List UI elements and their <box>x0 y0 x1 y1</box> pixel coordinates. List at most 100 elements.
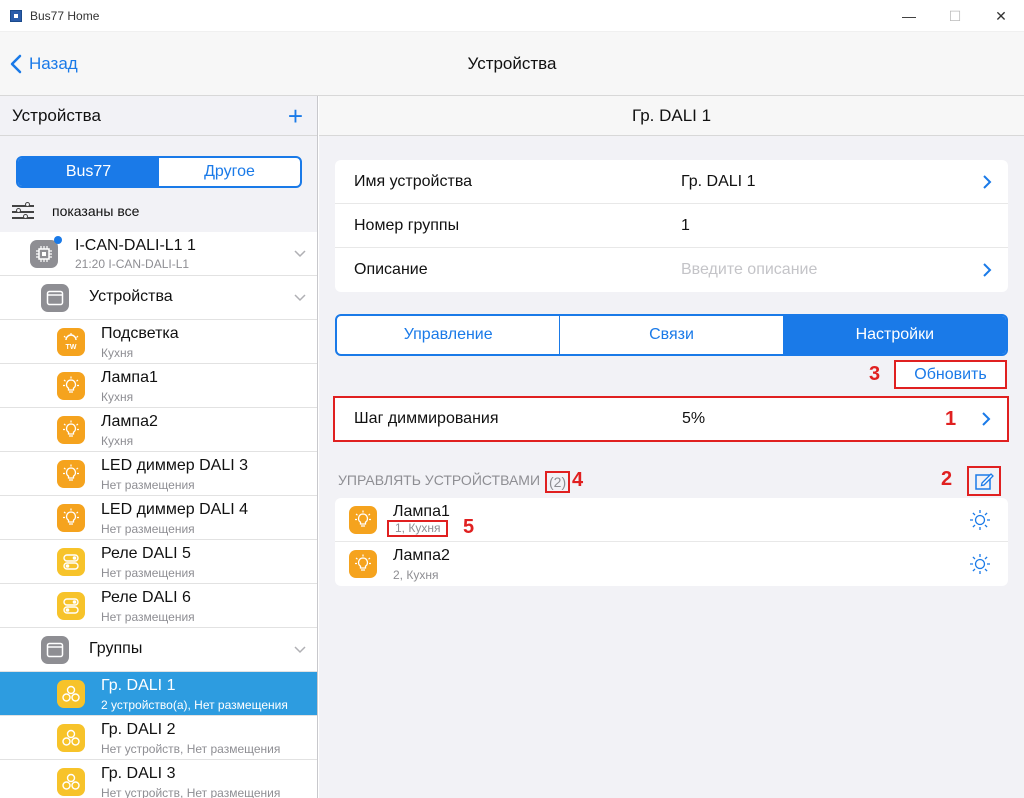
bulb-icon <box>349 550 377 578</box>
group-name: Гр. DALI 3 <box>101 765 176 782</box>
tab-settings[interactable]: Настройки <box>783 316 1006 354</box>
brightness-button[interactable] <box>962 502 998 538</box>
folder-icon <box>41 636 69 664</box>
device-row[interactable]: Лампа2 Кухня <box>0 408 317 452</box>
sun-icon <box>970 554 990 574</box>
segment-bus77[interactable]: Bus77 <box>18 158 159 186</box>
sidebar-title: Устройства <box>12 105 101 125</box>
close-button[interactable]: ✕ <box>978 0 1024 32</box>
group-name: Гр. DALI 2 <box>101 721 176 738</box>
device-name: Реле DALI 6 <box>101 589 191 606</box>
nav-title: Устройства <box>467 54 557 73</box>
description-row[interactable]: Описание Введите описание <box>335 248 1008 292</box>
device-name: Лампа1 <box>101 369 158 386</box>
chevron-left-icon <box>10 54 22 74</box>
chevron-right-icon <box>982 412 991 426</box>
group-subtitle: Нет устройств, Нет размещения <box>101 742 281 756</box>
device-location: Нет размещения <box>101 610 195 624</box>
device-name: Лампа1 <box>393 503 450 520</box>
folder-icon <box>41 284 69 312</box>
dim-step-row[interactable]: Шаг диммирования 5% 1 <box>333 396 1009 442</box>
annotation-marker: 4 <box>572 469 584 491</box>
window-controls: — ☐ ✕ <box>886 0 1024 32</box>
chevron-down-icon[interactable] <box>294 291 306 303</box>
section-title: УПРАВЛЯТЬ УСТРОЙСТВАМИ <box>338 472 541 488</box>
annotation-marker: 5 <box>463 516 475 538</box>
group-subtitle: Нет устройств, Нет размещения <box>101 786 281 798</box>
device-row[interactable]: TW Подсветка Кухня <box>0 320 317 364</box>
add-device-button[interactable]: + <box>288 103 303 129</box>
bulb-icon <box>57 504 85 532</box>
prop-label: Имя устройства <box>354 173 473 190</box>
chevron-down-icon[interactable] <box>294 247 306 259</box>
tab-links[interactable]: Связи <box>560 316 784 354</box>
detail-title: Гр. DALI 1 <box>319 96 1024 136</box>
minimize-button[interactable]: — <box>886 0 932 32</box>
annotation-marker: 2 <box>941 468 953 490</box>
device-location: Кухня <box>101 434 134 448</box>
bulb-icon <box>57 460 85 488</box>
device-location: Нет размещения <box>101 522 195 536</box>
chevron-right-icon <box>983 263 992 277</box>
refresh-button[interactable]: Обновить <box>894 360 1007 389</box>
device-location: Нет размещения <box>101 566 195 580</box>
filter-sliders-icon <box>12 202 34 219</box>
group-row[interactable]: Гр. DALI 1 2 устройство(а), Нет размещен… <box>0 672 317 716</box>
device-tree: I-CAN-DALI-L1 1 21:20 I-CAN-DALI-L1 Устр… <box>0 232 317 798</box>
brightness-button[interactable] <box>962 546 998 582</box>
group-icon <box>57 724 85 752</box>
device-location: Нет размещения <box>101 478 195 492</box>
maximize-button[interactable]: ☐ <box>932 0 978 32</box>
device-detail: 1, Кухня <box>387 520 449 537</box>
chevron-down-icon[interactable] <box>294 643 306 655</box>
device-row[interactable]: LED диммер DALI 3 Нет размещения <box>0 452 317 496</box>
segment-other[interactable]: Другое <box>159 158 300 186</box>
prop-label: Номер группы <box>354 217 460 234</box>
window-titlebar: Bus77 Home — ☐ ✕ <box>0 0 1024 32</box>
window-title: Bus77 Home <box>30 8 100 23</box>
group-row[interactable]: Гр. DALI 3 Нет устройств, Нет размещения <box>0 760 317 798</box>
device-name: Подсветка <box>101 325 179 342</box>
bulb-icon <box>349 506 377 534</box>
back-button[interactable]: Назад <box>10 32 78 96</box>
prop-value: 1 <box>681 217 690 234</box>
dim-step-label: Шаг диммирования <box>354 410 499 427</box>
sidebar: Устройства + Bus77 Другое показаны все I… <box>0 96 318 798</box>
devices-folder-row[interactable]: Устройства <box>0 276 317 320</box>
prop-value: Гр. DALI 1 <box>681 173 756 190</box>
device-location: Кухня <box>101 390 134 404</box>
controller-subtitle: 21:20 I-CAN-DALI-L1 <box>75 257 190 271</box>
device-row[interactable]: Лампа1 Кухня <box>0 364 317 408</box>
chip-icon <box>30 240 58 268</box>
device-row[interactable]: Реле DALI 5 Нет размещения <box>0 540 317 584</box>
group-subtitle: 2 устройство(а), Нет размещения <box>101 698 288 712</box>
device-name-row[interactable]: Имя устройства Гр. DALI 1 <box>335 160 1008 204</box>
navigation-bar: Устройства Назад <box>0 32 1024 96</box>
chevron-right-icon <box>983 175 992 189</box>
tab-control[interactable]: Управление <box>337 316 561 354</box>
prop-label: Описание <box>354 261 428 278</box>
controlled-device-row[interactable]: Лампа2 2, Кухня <box>335 542 1008 586</box>
device-row[interactable]: Реле DALI 6 Нет размещения <box>0 584 317 628</box>
filter-button[interactable]: показаны все <box>12 200 139 222</box>
back-label: Назад <box>29 54 78 73</box>
properties-card: Имя устройства Гр. DALI 1 Номер группы 1… <box>335 160 1008 292</box>
device-name: Лампа2 <box>101 413 158 430</box>
device-name: LED диммер DALI 4 <box>101 501 248 518</box>
groups-folder-row[interactable]: Группы <box>0 628 317 672</box>
tw-lamp-icon: TW <box>57 328 85 356</box>
edit-button[interactable] <box>967 466 1001 496</box>
edit-icon <box>975 473 994 490</box>
controlled-device-row[interactable]: Лампа1 1, Кухня 5 <box>335 498 1008 542</box>
device-name: Реле DALI 5 <box>101 545 191 562</box>
controller-row[interactable]: I-CAN-DALI-L1 1 21:20 I-CAN-DALI-L1 <box>0 232 317 276</box>
filter-label: показаны все <box>52 203 140 219</box>
group-icon <box>57 768 85 796</box>
group-row[interactable]: Гр. DALI 2 Нет устройств, Нет размещения <box>0 716 317 760</box>
device-name: LED диммер DALI 3 <box>101 457 248 474</box>
device-row[interactable]: LED диммер DALI 4 Нет размещения <box>0 496 317 540</box>
relay-icon <box>57 592 85 620</box>
groups-folder-label: Группы <box>89 640 143 657</box>
device-location: Кухня <box>101 346 134 360</box>
sidebar-header: Устройства + <box>0 96 317 136</box>
